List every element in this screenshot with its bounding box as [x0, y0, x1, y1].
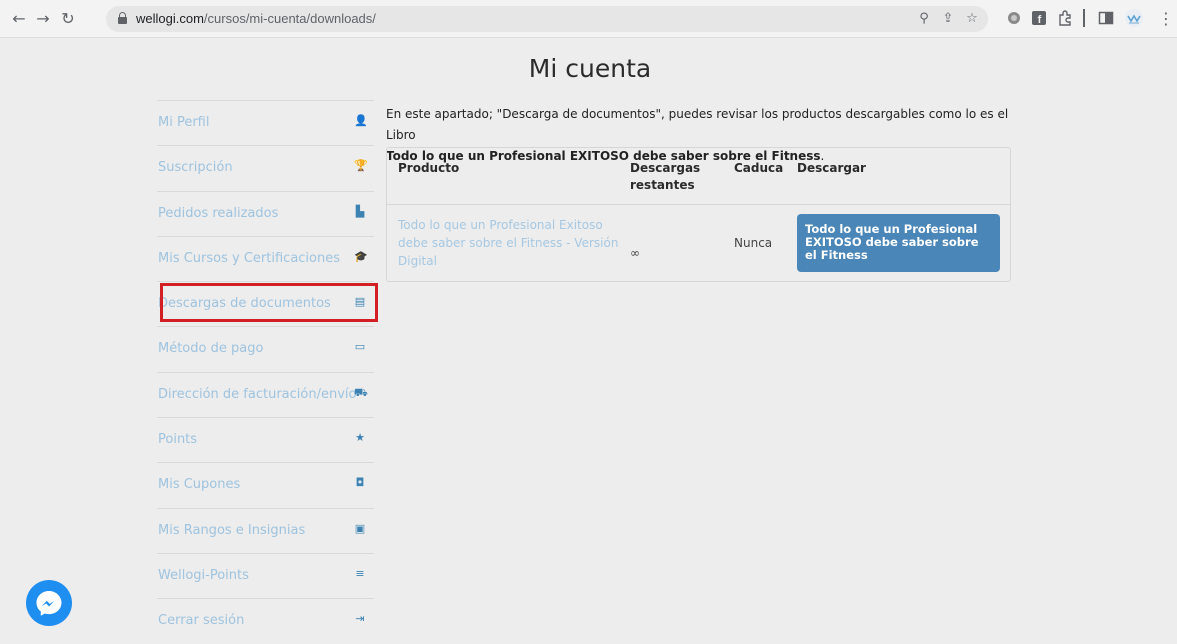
star-icon: ★	[355, 431, 365, 445]
row-divider	[387, 204, 1010, 205]
sidebar-item-suscripción[interactable]: Suscripción 🏆	[157, 145, 374, 190]
side-panel-icon[interactable]	[1098, 10, 1114, 26]
reload-icon[interactable]: ↻	[57, 8, 79, 30]
sidebar-item-mis-rangos-e-insignias[interactable]: Mis Rangos e Insignias ▣	[157, 507, 374, 553]
sidebar-item-pedidos-realizados[interactable]: Pedidos realizados ▙	[157, 190, 374, 236]
sidebar-item-label: Points	[158, 432, 198, 448]
coupon-icon: ◘	[355, 476, 365, 490]
downloads-table: Producto Descargas restantes Caduca Desc…	[386, 147, 1011, 282]
download-button[interactable]: Todo lo que un Profesional EXITOSO debe …	[797, 214, 1000, 272]
profile-avatar-icon[interactable]	[1124, 8, 1144, 28]
user-icon: 👤	[354, 114, 368, 127]
sidebar-item-label: Mis Cupones	[158, 477, 241, 493]
sidebar-item-label: Suscripción	[158, 160, 233, 176]
browser-toolbar: ← → ↻ wellogi.com/cursos/mi-cuenta/downl…	[0, 0, 1177, 38]
bookmark-star-icon[interactable]: ☆	[963, 10, 981, 28]
credit-card-icon: ▭	[354, 340, 366, 354]
forward-icon[interactable]: →	[32, 8, 54, 30]
sidebar-item-label: Dirección de facturación/envío	[158, 386, 357, 402]
highlight-box	[160, 283, 378, 322]
address-bar[interactable]: wellogi.com/cursos/mi-cuenta/downloads/ …	[106, 6, 988, 32]
header-remaining: Descargas restantes	[630, 161, 701, 192]
extension-circle-icon[interactable]	[1006, 10, 1022, 26]
graduation-icon: 🎓	[354, 249, 368, 263]
sidebar-item-cerrar-sesión[interactable]: Cerrar sesión ⇥	[157, 598, 374, 643]
sidebar-item-mi-perfil[interactable]: Mi Perfil 👤	[157, 100, 374, 145]
sidebar-item-label: Mis Cursos y Certificaciones	[158, 250, 341, 266]
puzzle-extensions-icon[interactable]	[1057, 10, 1073, 26]
header-product: Producto	[398, 161, 460, 175]
messenger-icon	[36, 591, 62, 616]
facebook-extension-icon[interactable]: f	[1031, 10, 1047, 26]
sidebar-item-label: Pedidos realizados	[158, 205, 279, 221]
page-title: Mi cuenta	[528, 54, 652, 83]
sidebar-item-label: Wellogi-Points	[158, 567, 249, 583]
messenger-chat-button[interactable]	[26, 580, 72, 626]
account-sidebar: Mi Perfil 👤 Suscripción 🏆 Pedidos realizados…	[157, 100, 374, 644]
truck-icon: ⛟	[354, 385, 368, 399]
trophy-icon: 🏆	[354, 159, 368, 173]
sidebar-item-label: Método de pago	[158, 341, 264, 357]
points-icon: ≡	[355, 566, 365, 580]
orders-icon: ▙	[355, 204, 365, 218]
sidebar-item-label: Cerrar sesión	[158, 613, 245, 629]
product-link[interactable]: Todo lo que un Profesional Exitoso debe …	[398, 216, 620, 270]
sidebar-item-mis-cupones[interactable]: Mis Cupones ◘	[157, 462, 374, 507]
sidebar-item-mis-cursos-y-certificaciones[interactable]: Mis Cursos y Certificaciones 🎓	[157, 235, 374, 281]
sidebar-item-wellogi-points[interactable]: Wellogi-Points ≡	[157, 552, 374, 598]
sidebar-item-label: Mi Perfil	[158, 115, 210, 130]
expires-value: Nunca	[734, 236, 773, 250]
back-icon[interactable]: ←	[8, 8, 30, 30]
header-download: Descargar	[797, 161, 866, 175]
logout-icon: ⇥	[355, 612, 365, 626]
lock-icon[interactable]	[118, 12, 127, 24]
url-text: wellogi.com/cursos/mi-cuenta/downloads/	[136, 11, 376, 26]
share-icon[interactable]: ⇪	[939, 10, 957, 28]
sidebar-item-método-de-pago[interactable]: Método de pago ▭	[157, 326, 374, 371]
remaining-downloads: ∞	[630, 246, 640, 260]
sidebar-item-dirección-de-facturación-envío[interactable]: Dirección de facturación/envío ⛟	[157, 371, 374, 417]
sidebar-item-points[interactable]: Points ★	[157, 417, 374, 462]
sidebar-item-label: Mis Rangos e Insignias	[158, 522, 306, 538]
badge-icon: ▣	[354, 521, 366, 535]
kebab-menu-icon[interactable]: ⋮	[1155, 8, 1177, 30]
header-expires: Caduca	[734, 161, 784, 175]
toolbar-divider	[1083, 9, 1085, 27]
zoom-icon[interactable]: ⚲	[915, 10, 933, 28]
svg-text:f: f	[1038, 14, 1042, 26]
